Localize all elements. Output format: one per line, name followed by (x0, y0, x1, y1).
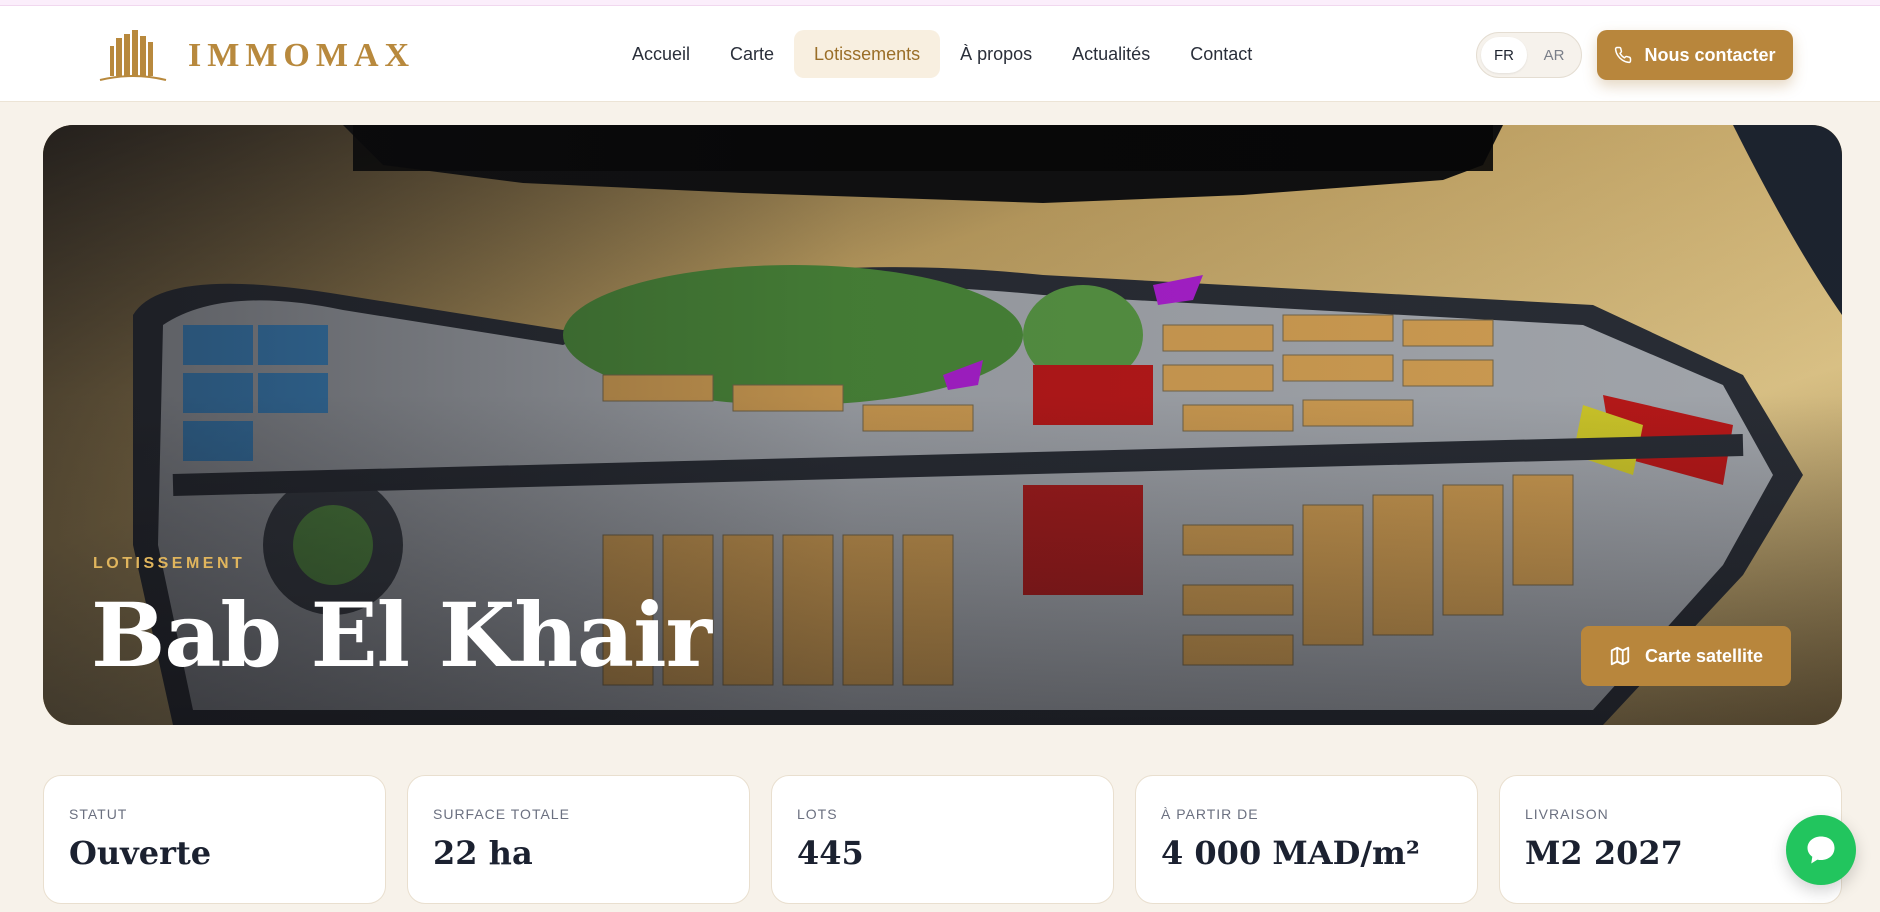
main-nav: Accueil Carte Lotissements À propos Actu… (612, 30, 1272, 78)
satellite-map-button-label: Carte satellite (1644, 645, 1764, 666)
stat-label: LIVRAISON (1525, 806, 1609, 822)
stat-value: 445 (797, 834, 864, 872)
stat-value: M2 2027 (1525, 834, 1683, 872)
site-header: IMMOMAX Accueil Carte Lotissements À pro… (0, 6, 1880, 102)
brand-name: IMMOMAX (188, 37, 416, 74)
satellite-map-button[interactable]: Carte satellite (1581, 626, 1791, 686)
nav-item-accueil[interactable]: Accueil (612, 30, 710, 78)
language-switcher: FR AR (1476, 32, 1582, 78)
stat-label: STATUT (69, 806, 128, 822)
stat-card-lots: LOTS 445 (771, 775, 1114, 904)
project-stats: STATUT Ouverte SURFACE TOTALE 22 ha LOTS… (43, 775, 1842, 904)
phone-icon (1615, 46, 1632, 64)
stat-value: 4 000 MAD/m² (1161, 834, 1420, 872)
hero-banner: LOTISSEMENT Bab El Khair Carte satellite (43, 125, 1842, 725)
stat-card-surface: SURFACE TOTALE 22 ha (407, 775, 750, 904)
nav-item-contact[interactable]: Contact (1170, 30, 1272, 78)
chat-button[interactable] (1786, 815, 1856, 885)
nav-item-actualites[interactable]: Actualités (1052, 30, 1170, 78)
nav-item-a-propos[interactable]: À propos (940, 30, 1052, 78)
chat-bubble-icon (1807, 836, 1835, 864)
stat-label: À PARTIR DE (1161, 806, 1259, 822)
stat-card-prix: À PARTIR DE 4 000 MAD/m² (1135, 775, 1478, 904)
stat-value: Ouverte (69, 834, 212, 872)
contact-button[interactable]: Nous contacter (1597, 30, 1793, 80)
brand-logo[interactable]: IMMOMAX (98, 28, 415, 84)
stat-label: LOTS (797, 806, 838, 822)
lang-fr-button[interactable]: FR (1481, 37, 1527, 73)
hero-eyebrow: LOTISSEMENT (93, 555, 246, 572)
nav-item-carte[interactable]: Carte (710, 30, 794, 78)
hero-title: Bab El Khair (91, 583, 712, 687)
contact-button-label: Nous contacter (1644, 44, 1776, 65)
map-icon (1610, 646, 1630, 666)
stat-card-statut: STATUT Ouverte (43, 775, 386, 904)
stat-value: 22 ha (433, 834, 533, 872)
building-logo-icon (99, 30, 167, 81)
nav-item-lotissements[interactable]: Lotissements (794, 30, 941, 78)
stat-label: SURFACE TOTALE (433, 806, 570, 822)
lang-ar-button[interactable]: AR (1531, 37, 1577, 73)
